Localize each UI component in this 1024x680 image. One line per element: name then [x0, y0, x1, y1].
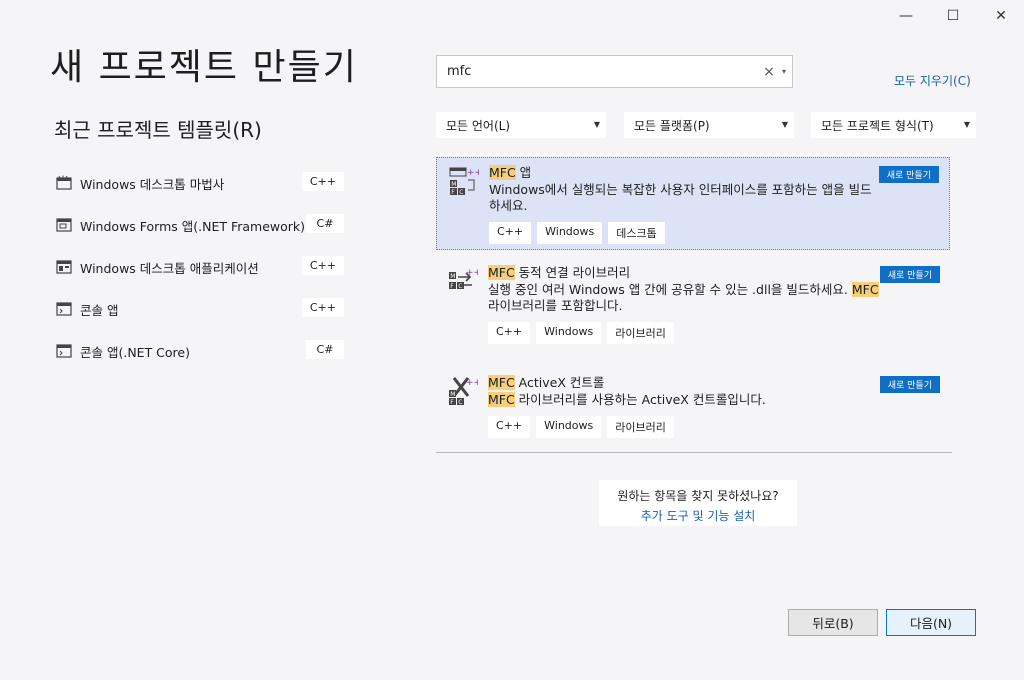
recent-item-console-app[interactable]: 콘솔 앱 C++ [52, 288, 352, 330]
tag: 라이브러리 [607, 416, 674, 438]
minimize-button[interactable]: — [886, 4, 926, 28]
clear-search-icon[interactable]: × [762, 64, 776, 80]
template-tags: C++ Windows 데스크톱 [489, 222, 949, 252]
not-found-panel: 원하는 항목을 찾지 못하셨나요? 추가 도구 및 기능 설치 [599, 480, 797, 526]
not-found-question: 원하는 항목을 찾지 못하셨나요? [617, 489, 779, 503]
tag: Windows [536, 322, 602, 344]
tag: C++ [488, 322, 531, 344]
recent-item-label: Windows 데스크톱 애플리케이션 [80, 260, 259, 276]
new-badge: 새로 만들기 [879, 266, 940, 283]
tag: 데스크톱 [608, 222, 665, 244]
console-icon [56, 301, 72, 317]
svg-text:F: F [450, 399, 454, 406]
svg-text:C: C [458, 399, 462, 406]
tag: 라이브러리 [607, 322, 674, 344]
svg-text:M: M [451, 181, 456, 188]
console-icon [56, 343, 72, 359]
next-button[interactable]: 다음(N) [886, 609, 976, 636]
template-tags: C++ Windows 라이브러리 [488, 416, 950, 446]
search-history-dropdown-icon[interactable]: ▾ [776, 67, 792, 76]
svg-text:C: C [459, 189, 463, 196]
search-input[interactable] [437, 56, 762, 87]
platform-filter-value: 모든 플랫폼(P) [634, 118, 710, 133]
recent-item-windows-desktop-application[interactable]: Windows 데스크톱 애플리케이션 C++ [52, 246, 352, 288]
chevron-down-icon: ▼ [963, 120, 970, 129]
recent-item-label: Windows 데스크톱 마법사 [80, 176, 225, 192]
svg-text:++: ++ [467, 168, 479, 178]
new-badge: 새로 만들기 [879, 376, 940, 393]
recent-item-label: 콘솔 앱 [80, 302, 119, 318]
recent-item-console-app-net-core[interactable]: 콘솔 앱(.NET Core) C# [52, 330, 352, 372]
language-badge: C++ [301, 298, 344, 317]
language-filter-select[interactable]: 모든 언어(L) ▼ [436, 112, 606, 138]
template-description: 실행 중인 여러 Windows 앱 간에 공유할 수 있는 .dll을 빌드하… [488, 282, 879, 313]
template-card-mfc-dll[interactable]: ++ M F C MFC 동적 연결 라이브러리 실행 중인 여러 Windows 앱… [436, 258, 950, 362]
template-card-mfc-app[interactable]: ++ M F C MFC 앱 Windows에서 실행되는 복잡한 사용자 인터페이스… [436, 157, 950, 250]
new-badge: 새로 만들기 [878, 166, 939, 183]
tag: C++ [488, 416, 531, 438]
results-divider [436, 452, 952, 453]
template-search-box: × ▾ [436, 55, 793, 88]
tag: C++ [489, 222, 532, 244]
template-description: Windows에서 실행되는 복잡한 사용자 인터페이스를 포함하는 앱을 빌드… [489, 182, 872, 213]
recent-item-label: 콘솔 앱(.NET Core) [80, 344, 190, 360]
template-results-list: ++ M F C MFC 앱 Windows에서 실행되는 복잡한 사용자 인터페이스… [436, 157, 950, 440]
template-card-mfc-activex[interactable]: ++ M F C MFC ActiveX 컨트롤 MFC 라이브러리를 사용하는 Ac… [436, 368, 950, 440]
chevron-down-icon: ▼ [593, 120, 600, 129]
forms-app-icon [56, 217, 72, 233]
page-title: 새 프로젝트 만들기 [50, 47, 358, 88]
language-badge: C++ [301, 172, 344, 191]
desktop-app-icon [56, 259, 72, 275]
template-tags: C++ Windows 라이브러리 [488, 322, 950, 352]
svg-text:F: F [451, 189, 455, 196]
svg-text:M: M [450, 273, 455, 280]
language-badge: C++ [301, 256, 344, 275]
wizard-icon [56, 175, 72, 191]
recent-item-windows-forms-app[interactable]: Windows Forms 앱(.NET Framework) C# [52, 204, 352, 246]
svg-text:F: F [450, 283, 454, 290]
mfc-activex-icon: ++MF C [449, 377, 478, 406]
svg-text:M: M [450, 391, 455, 398]
recent-templates-heading: 최근 프로젝트 템플릿(R) [54, 118, 262, 142]
project-type-filter-value: 모든 프로젝트 형식(T) [821, 118, 934, 133]
install-tools-link[interactable]: 추가 도구 및 기능 설치 [599, 507, 797, 524]
back-button[interactable]: 뒤로(B) [788, 609, 878, 636]
recent-item-windows-desktop-wizard[interactable]: Windows 데스크톱 마법사 C++ [52, 162, 352, 204]
mfc-dll-icon: ++MF C [449, 268, 478, 290]
language-badge: C# [306, 214, 344, 233]
close-button[interactable]: ✕ [981, 4, 1021, 28]
tag: Windows [537, 222, 603, 244]
maximize-button[interactable]: ☐ [933, 4, 973, 28]
template-description: MFC 라이브러리를 사용하는 ActiveX 컨트롤입니다. [488, 392, 766, 407]
recent-item-label: Windows Forms 앱(.NET Framework) [80, 218, 306, 234]
chevron-down-icon: ▼ [781, 120, 788, 129]
project-type-filter-select[interactable]: 모든 프로젝트 형식(T) ▼ [811, 112, 976, 138]
recent-templates-list: Windows 데스크톱 마법사 C++ Windows Forms 앱(.NE… [52, 162, 352, 372]
mfc-app-icon: ++ MF C [449, 167, 479, 196]
platform-filter-select[interactable]: 모든 플랫폼(P) ▼ [624, 112, 794, 138]
language-filter-value: 모든 언어(L) [446, 118, 511, 133]
language-badge: C# [306, 340, 344, 359]
svg-text:C: C [458, 283, 462, 290]
tag: Windows [536, 416, 602, 438]
clear-all-link[interactable]: 모두 지우기(C) [894, 72, 971, 89]
